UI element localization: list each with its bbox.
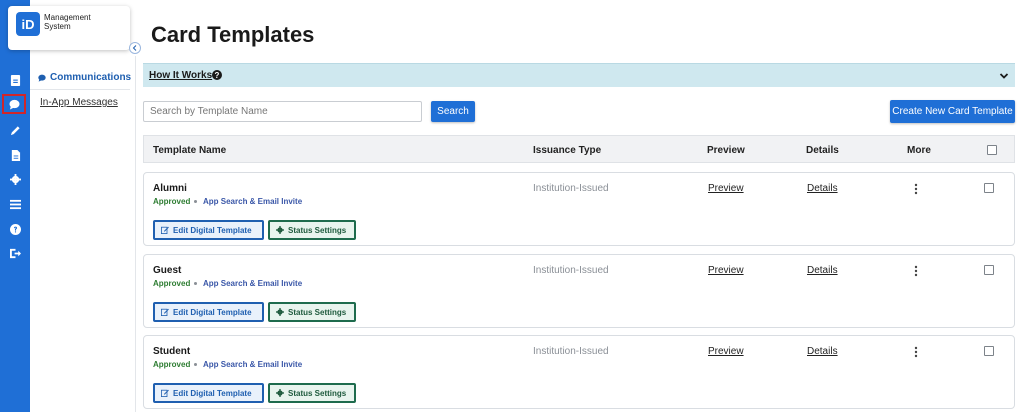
question-icon: ? (212, 70, 222, 80)
logo-text: Management System (44, 13, 91, 31)
chevron-left-icon (132, 45, 137, 51)
edit-icon (161, 389, 169, 397)
create-template-button[interactable]: Create New Card Template (890, 100, 1015, 123)
edit-digital-template-button[interactable]: Edit Digital Template (153, 383, 264, 403)
invite-type: App Search & Email Invite (203, 197, 303, 206)
preview-link[interactable]: Preview (708, 265, 744, 276)
divider (30, 89, 130, 90)
status-button-label: Status Settings (288, 388, 347, 398)
invite-type: App Search & Email Invite (203, 360, 303, 369)
separator-dot (194, 200, 197, 203)
row-checkbox[interactable] (984, 183, 994, 193)
status-button-label: Status Settings (288, 225, 347, 235)
gear-icon (276, 308, 284, 316)
status-badge: Approved (153, 279, 191, 288)
template-name: Student (153, 346, 191, 357)
details-link[interactable]: Details (807, 183, 838, 194)
page-title: Card Templates (151, 22, 315, 47)
edit-button-label: Edit Digital Template (173, 307, 252, 317)
separator-dot (194, 363, 197, 366)
separator-dot (194, 282, 197, 285)
chat-icon[interactable] (2, 94, 26, 114)
details-link[interactable]: Details (807, 265, 838, 276)
column-header-template-name: Template Name (153, 145, 227, 156)
pen-icon[interactable] (5, 121, 25, 139)
how-it-works-accordion[interactable]: How It Works ? (143, 63, 1015, 87)
more-options-icon[interactable] (914, 183, 918, 195)
chevron-down-icon[interactable] (999, 71, 1009, 81)
row-checkbox[interactable] (984, 265, 994, 275)
more-options-icon[interactable] (914, 265, 918, 277)
chat-icon (38, 74, 46, 82)
edit-icon (161, 226, 169, 234)
preview-link[interactable]: Preview (708, 346, 744, 357)
issuance-type: Institution-Issued (533, 346, 609, 357)
select-all-checkbox[interactable] (987, 145, 997, 155)
status-badge: Approved (153, 197, 191, 206)
id-card-icon[interactable] (5, 71, 25, 89)
gear-icon (276, 389, 284, 397)
column-header-preview: Preview (707, 145, 745, 156)
logo-badge: iD (16, 12, 40, 36)
sidebar-heading-label: Communications (50, 72, 132, 83)
column-header-issuance-type: Issuance Type (533, 145, 602, 156)
issuance-type: Institution-Issued (533, 183, 609, 194)
issuance-type: Institution-Issued (533, 265, 609, 276)
how-it-works-label: How It Works (149, 70, 213, 81)
status-button-label: Status Settings (288, 307, 347, 317)
status-settings-button[interactable]: Status Settings (268, 383, 356, 403)
app-logo: iD Management System (8, 6, 130, 50)
table-header: Template Name Issuance Type Preview Deta… (143, 135, 1015, 163)
edit-digital-template-button[interactable]: Edit Digital Template (153, 220, 264, 240)
table-row: Student Approved App Search & Email Invi… (143, 335, 1015, 409)
status-settings-button[interactable]: Status Settings (268, 220, 356, 240)
column-header-details: Details (806, 145, 839, 156)
row-checkbox[interactable] (984, 346, 994, 356)
search-input[interactable] (143, 101, 422, 122)
edit-digital-template-button[interactable]: Edit Digital Template (153, 302, 264, 322)
help-icon[interactable] (5, 220, 25, 238)
search-button[interactable]: Search (431, 101, 475, 122)
table-row: Alumni Approved App Search & Email Invit… (143, 172, 1015, 246)
secondary-sidebar: Communications In-App Messages (30, 56, 136, 412)
table-row: Guest Approved App Search & Email Invite… (143, 254, 1015, 328)
template-name: Guest (153, 265, 182, 276)
column-header-more: More (907, 145, 931, 156)
edit-icon (161, 308, 169, 316)
edit-button-label: Edit Digital Template (173, 388, 252, 398)
status-badge: Approved (153, 360, 191, 369)
more-options-icon[interactable] (914, 346, 918, 358)
sign-out-icon[interactable] (5, 244, 25, 262)
invite-type: App Search & Email Invite (203, 279, 303, 288)
details-link[interactable]: Details (807, 346, 838, 357)
icon-rail (0, 0, 30, 412)
list-icon[interactable] (5, 195, 25, 213)
template-name: Alumni (153, 183, 187, 194)
gear-icon (276, 226, 284, 234)
collapse-sidebar-button[interactable] (129, 42, 141, 54)
sidebar-heading-communications[interactable]: Communications (38, 72, 131, 83)
preview-link[interactable]: Preview (708, 183, 744, 194)
document-icon[interactable] (5, 146, 25, 164)
gear-icon[interactable] (5, 170, 25, 188)
status-settings-button[interactable]: Status Settings (268, 302, 356, 322)
edit-button-label: Edit Digital Template (173, 225, 252, 235)
sidebar-item-in-app-messages[interactable]: In-App Messages (40, 97, 118, 108)
